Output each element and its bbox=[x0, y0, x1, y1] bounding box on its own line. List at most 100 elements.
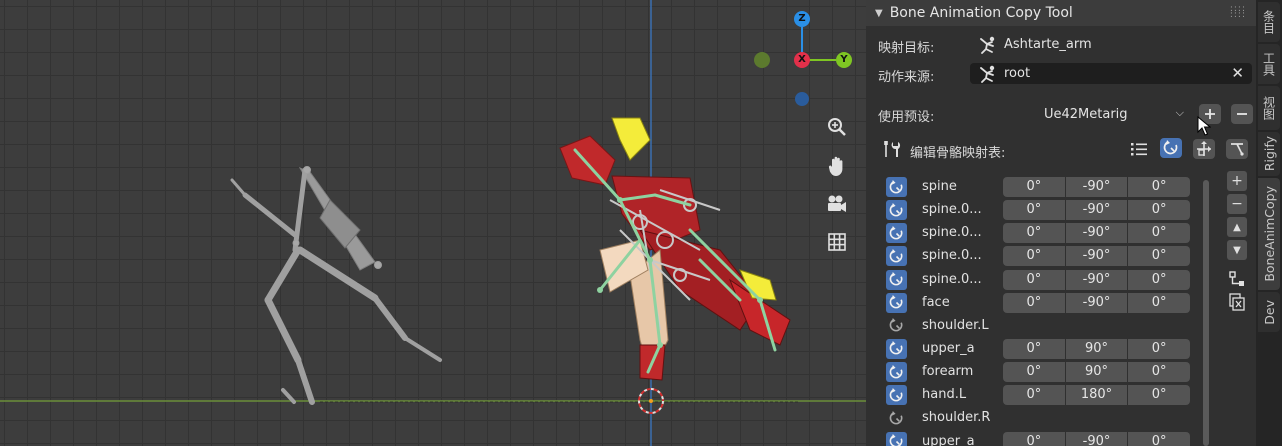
bone-enable-toggle[interactable] bbox=[886, 385, 907, 406]
gizmo-y-axis[interactable]: Y bbox=[836, 52, 852, 68]
rotation-x-field[interactable]: 0° bbox=[1003, 338, 1065, 359]
list-scrollbar[interactable] bbox=[1203, 180, 1209, 446]
move-up-button[interactable]: ▲ bbox=[1227, 217, 1247, 237]
source-field[interactable]: root ✕ bbox=[970, 63, 1252, 84]
rotation-y-field[interactable]: 90° bbox=[1065, 338, 1128, 359]
rotation-x-field[interactable]: 0° bbox=[1003, 246, 1065, 267]
rotation-z-field[interactable]: 0° bbox=[1128, 246, 1191, 267]
rotation-y-field[interactable]: -90° bbox=[1065, 431, 1128, 446]
bone-enable-toggle[interactable] bbox=[886, 246, 907, 267]
list-item[interactable]: spine.0... 0° -90° 0° bbox=[886, 222, 1192, 245]
clear-button[interactable] bbox=[1227, 292, 1247, 312]
rotation-y-field[interactable]: 180° bbox=[1065, 385, 1128, 406]
rotation-x-field[interactable]: 0° bbox=[1003, 292, 1065, 313]
rotation-y-field[interactable]: -90° bbox=[1065, 292, 1128, 313]
collapse-triangle-icon[interactable]: ▼ bbox=[875, 8, 883, 19]
list-item[interactable]: shoulder.L bbox=[886, 315, 1192, 338]
rotation-z-field[interactable]: 0° bbox=[1128, 177, 1191, 197]
remove-bone-button[interactable]: − bbox=[1227, 194, 1247, 214]
tab-view[interactable]: 视图 bbox=[1258, 86, 1280, 130]
tab-rigify[interactable]: Rigify bbox=[1258, 132, 1280, 176]
panel-header[interactable]: ▼ Bone Animation Copy Tool :::::::: bbox=[866, 0, 1256, 26]
bone-rotation-fields[interactable]: 0° -90° 0° bbox=[1003, 246, 1191, 267]
rotation-x-field[interactable]: 0° bbox=[1003, 431, 1065, 446]
drag-grip-icon[interactable]: :::::::: bbox=[1230, 5, 1246, 20]
bone-enable-toggle[interactable] bbox=[886, 316, 907, 336]
rotation-x-field[interactable]: 0° bbox=[1003, 223, 1065, 244]
rotate-mode-button[interactable] bbox=[1160, 138, 1182, 158]
tab-tool[interactable]: 工具 bbox=[1258, 44, 1280, 84]
tab-boneanimcopy[interactable]: BoneAnimCopy bbox=[1258, 178, 1280, 290]
rotation-x-field[interactable]: 0° bbox=[1003, 269, 1065, 290]
list-view-button[interactable] bbox=[1128, 139, 1150, 159]
bone-rotation-fields[interactable]: 0° 180° 0° bbox=[1003, 385, 1191, 406]
3d-viewport[interactable]: Z X Y bbox=[0, 0, 866, 446]
list-item[interactable]: face 0° -90° 0° bbox=[886, 292, 1192, 315]
list-item[interactable]: upper_a 0° 90° 0° bbox=[886, 338, 1192, 361]
preset-dropdown[interactable]: Ue42Metarig ⌵ bbox=[1040, 104, 1190, 125]
rotation-z-field[interactable]: 0° bbox=[1128, 385, 1191, 406]
bone-enable-toggle[interactable] bbox=[886, 338, 907, 359]
gizmo-neg-y-axis[interactable] bbox=[754, 52, 770, 68]
list-item[interactable]: upper_a 0° -90° 0° bbox=[886, 431, 1192, 446]
bone-enable-toggle[interactable] bbox=[886, 269, 907, 290]
rotation-z-field[interactable]: 0° bbox=[1128, 362, 1191, 383]
rotation-y-field[interactable]: -90° bbox=[1065, 223, 1128, 244]
bone-rotation-fields[interactable]: 0° -90° 0° bbox=[1003, 177, 1191, 197]
bone-enable-toggle[interactable] bbox=[886, 292, 907, 313]
hand-pan-icon[interactable] bbox=[824, 153, 850, 179]
add-bone-button[interactable]: + bbox=[1227, 171, 1247, 191]
move-down-button[interactable]: ▼ bbox=[1227, 240, 1247, 260]
camera-icon[interactable] bbox=[824, 191, 850, 217]
bone-rotation-fields[interactable]: 0° -90° 0° bbox=[1003, 431, 1191, 446]
bone-enable-toggle[interactable] bbox=[886, 200, 907, 221]
list-item[interactable]: spine.0... 0° -90° 0° bbox=[886, 199, 1192, 222]
rotation-z-field[interactable]: 0° bbox=[1128, 292, 1191, 313]
bone-enable-toggle[interactable] bbox=[886, 408, 907, 428]
list-item[interactable]: spine 0° -90° 0° bbox=[886, 176, 1192, 199]
list-item[interactable]: forearm 0° 90° 0° bbox=[886, 361, 1192, 384]
list-item[interactable]: spine.0... 0° -90° 0° bbox=[886, 245, 1192, 268]
bone-enable-toggle[interactable] bbox=[886, 177, 907, 197]
rotation-x-field[interactable]: 0° bbox=[1003, 200, 1065, 221]
remove-preset-button[interactable] bbox=[1231, 104, 1253, 124]
bone-enable-toggle[interactable] bbox=[886, 431, 907, 446]
hierarchy-button[interactable] bbox=[1227, 269, 1247, 289]
rotation-x-field[interactable]: 0° bbox=[1003, 385, 1065, 406]
rotation-z-field[interactable]: 0° bbox=[1128, 223, 1191, 244]
rotation-y-field[interactable]: 90° bbox=[1065, 362, 1128, 383]
bone-rotation-fields[interactable]: 0° 90° 0° bbox=[1003, 362, 1191, 383]
close-icon[interactable]: ✕ bbox=[1231, 64, 1244, 82]
rotation-y-field[interactable]: -90° bbox=[1065, 269, 1128, 290]
bone-roll-button[interactable] bbox=[1226, 139, 1248, 159]
rotation-z-field[interactable]: 0° bbox=[1128, 269, 1191, 290]
bone-enable-toggle[interactable] bbox=[886, 223, 907, 244]
bone-rotation-fields[interactable]: 0° -90° 0° bbox=[1003, 292, 1191, 313]
rotation-y-field[interactable]: -90° bbox=[1065, 246, 1128, 267]
rotation-x-field[interactable]: 0° bbox=[1003, 177, 1065, 197]
rotation-z-field[interactable]: 0° bbox=[1128, 431, 1191, 446]
bone-rotation-fields[interactable]: 0° -90° 0° bbox=[1003, 269, 1191, 290]
bone-rotation-fields[interactable]: 0° 90° 0° bbox=[1003, 338, 1191, 359]
target-field[interactable]: Ashtarte_arm bbox=[970, 34, 1240, 55]
transform-mode-button[interactable] bbox=[1193, 139, 1215, 159]
gizmo-neg-z-axis[interactable] bbox=[795, 92, 809, 106]
bone-enable-toggle[interactable] bbox=[886, 362, 907, 383]
rotation-y-field[interactable]: -90° bbox=[1065, 200, 1128, 221]
bone-rotation-fields[interactable]: 0° -90° 0° bbox=[1003, 200, 1191, 221]
list-item[interactable]: spine.0... 0° -90° 0° bbox=[886, 269, 1192, 292]
bone-mapping-list[interactable]: spine 0° -90° 0° spine.0... 0° -90° 0° spine.0..… bbox=[886, 176, 1192, 446]
grid-icon[interactable] bbox=[824, 229, 850, 255]
tab-dev[interactable]: Dev bbox=[1258, 292, 1280, 332]
rotation-z-field[interactable]: 0° bbox=[1128, 200, 1191, 221]
tab-item[interactable]: 条目 bbox=[1258, 2, 1280, 42]
bone-rotation-fields[interactable]: 0° -90° 0° bbox=[1003, 223, 1191, 244]
rotation-z-field[interactable]: 0° bbox=[1128, 338, 1191, 359]
rotation-y-field[interactable]: -90° bbox=[1065, 177, 1128, 197]
list-item[interactable]: shoulder.R bbox=[886, 407, 1192, 430]
gizmo-x-axis[interactable]: X bbox=[794, 52, 810, 68]
zoom-icon[interactable] bbox=[824, 114, 850, 140]
gizmo-z-axis[interactable]: Z bbox=[794, 11, 810, 27]
rotation-x-field[interactable]: 0° bbox=[1003, 362, 1065, 383]
list-item[interactable]: hand.L 0° 180° 0° bbox=[886, 384, 1192, 407]
